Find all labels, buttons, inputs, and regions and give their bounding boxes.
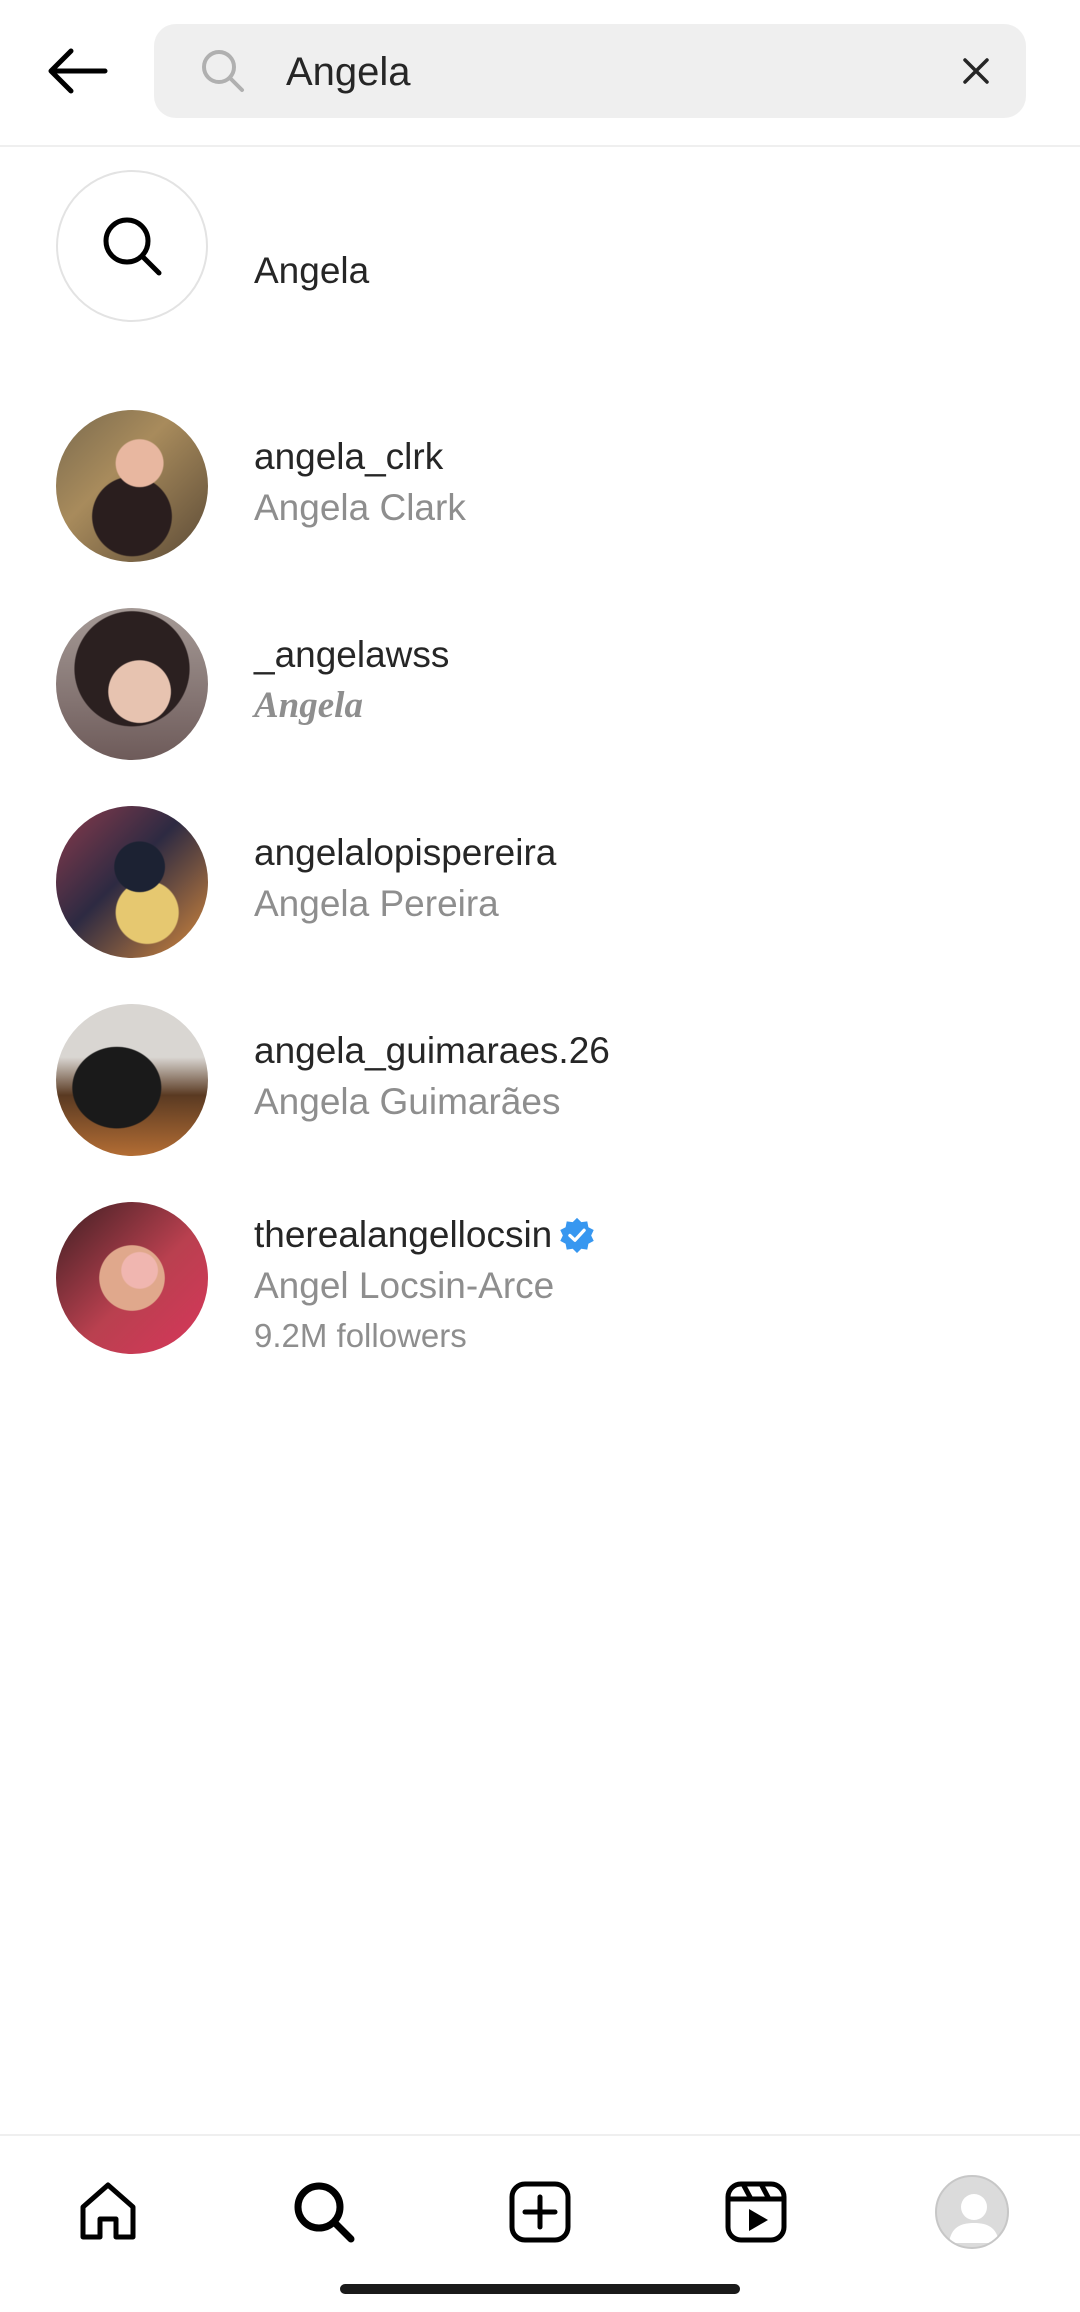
search-input[interactable] <box>286 24 926 118</box>
account-result-row[interactable]: angela_clrk Angela Clark <box>0 388 1080 586</box>
avatar <box>56 1004 208 1156</box>
username: angelalopispereira <box>254 832 557 873</box>
account-text: angela_clrk Angela Clark <box>254 432 466 534</box>
verified-badge-icon <box>560 1217 594 1254</box>
avatar <box>56 608 208 760</box>
account-text: angela_guimaraes.26 Angela Guimarães <box>254 1026 610 1128</box>
bottom-navigation <box>0 2134 1080 2312</box>
back-button[interactable] <box>38 36 116 106</box>
profile-avatar <box>935 2175 1009 2249</box>
avatar <box>56 806 208 958</box>
search-results-list: Angela angela_clrk Angela Clark _angelaw… <box>0 148 1080 1378</box>
keyword-search-circle <box>56 170 208 322</box>
search-bar[interactable] <box>154 24 1026 118</box>
username: angela_clrk <box>254 436 444 477</box>
account-text: angelalopispereira Angela Pereira <box>254 828 556 930</box>
search-screen: Angela angela_clrk Angela Clark _angelaw… <box>0 0 1080 2312</box>
account-text: therealangellocsin Angel Locsin-Arce 9.2… <box>254 1210 596 1360</box>
avatar <box>56 1202 208 1354</box>
search-icon <box>103 217 162 276</box>
username: angela_guimaraes.26 <box>254 1030 610 1071</box>
nav-reels[interactable] <box>716 2172 796 2252</box>
nav-profile[interactable] <box>932 2172 1012 2252</box>
default-user-icon <box>949 2194 999 2243</box>
keyword-search-row[interactable]: Angela <box>0 148 1080 388</box>
account-result-row[interactable]: angela_guimaraes.26 Angela Guimarães <box>0 982 1080 1180</box>
full-name: Angel Locsin-Arce <box>254 1265 555 1306</box>
arrow-left-icon <box>48 48 108 94</box>
close-icon <box>963 58 989 84</box>
keyword-label: Angela <box>254 250 370 291</box>
search-icon <box>200 48 246 94</box>
full-name: Angela Guimarães <box>254 1081 561 1122</box>
full-name: Angela <box>254 685 363 726</box>
full-name: Angela Pereira <box>254 883 499 924</box>
account-result-row[interactable]: therealangellocsin Angel Locsin-Arce 9.2… <box>0 1180 1080 1378</box>
keyword-text: Angela <box>254 246 369 296</box>
follower-count: 9.2M followers <box>254 1317 467 1354</box>
clear-search-button[interactable] <box>956 51 996 91</box>
username: _angelawss <box>254 634 450 675</box>
avatar <box>56 410 208 562</box>
account-text: _angelawss Angela <box>254 630 449 732</box>
account-result-row[interactable]: _angelawss Angela <box>0 586 1080 784</box>
nav-create[interactable] <box>500 2172 580 2252</box>
create-icon <box>509 2181 571 2243</box>
account-result-row[interactable]: angelalopispereira Angela Pereira <box>0 784 1080 982</box>
username: therealangellocsin <box>254 1214 553 1255</box>
username-line: therealangellocsin <box>254 1210 596 1260</box>
full-name: Angela Clark <box>254 487 466 528</box>
search-header <box>0 0 1080 147</box>
nav-home[interactable] <box>68 2172 148 2252</box>
reels-icon <box>725 2181 787 2243</box>
home-icon <box>80 2182 136 2240</box>
nav-search[interactable] <box>284 2172 364 2252</box>
home-indicator <box>340 2284 740 2294</box>
search-icon <box>294 2182 355 2243</box>
